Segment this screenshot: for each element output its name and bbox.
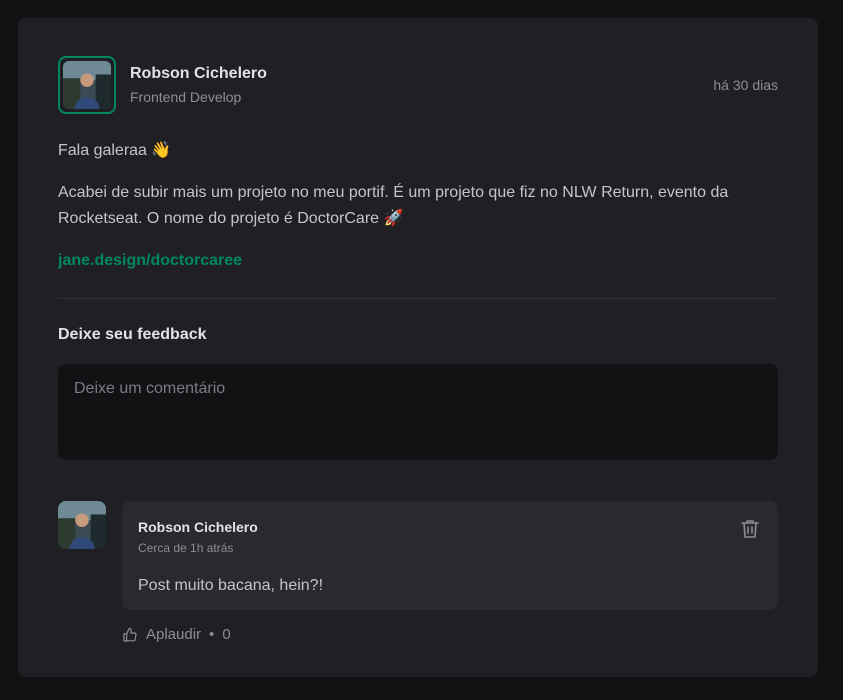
comment-author-name: Robson Cichelero xyxy=(138,519,258,535)
author-avatar[interactable] xyxy=(58,56,116,114)
thumbs-up-icon xyxy=(123,627,137,642)
comment-avatar[interactable] xyxy=(58,501,106,549)
post-time[interactable]: há 30 dias xyxy=(713,77,778,93)
post-card: Robson Cichelero Frontend Develop há 30 … xyxy=(18,18,818,677)
delete-comment-button[interactable] xyxy=(738,517,762,541)
divider xyxy=(58,298,778,299)
post-header: Robson Cichelero Frontend Develop há 30 … xyxy=(58,56,778,114)
comment: Robson Cichelero Cerca de 1h atrás Post … xyxy=(58,501,778,643)
post-author: Robson Cichelero Frontend Develop xyxy=(58,56,267,114)
author-info: Robson Cichelero Frontend Develop xyxy=(130,65,267,105)
author-name: Robson Cichelero xyxy=(130,65,267,82)
applaud-count: 0 xyxy=(222,626,231,643)
trash-icon xyxy=(741,520,759,538)
comment-time[interactable]: Cerca de 1h atrás xyxy=(138,541,762,555)
post-paragraph: Acabei de subir mais um projeto no meu p… xyxy=(58,184,729,227)
post-paragraph: Fala galeraa 👋 xyxy=(58,142,172,159)
comment-body: Robson Cichelero Cerca de 1h atrás Post … xyxy=(122,501,778,643)
applaud-button[interactable]: Aplaudir • 0 xyxy=(122,626,231,643)
author-role: Frontend Develop xyxy=(130,89,242,105)
comment-text: Post muito bacana, hein?! xyxy=(138,577,324,594)
applaud-separator: • xyxy=(209,626,215,643)
feedback-title: Deixe seu feedback xyxy=(58,326,207,343)
avatar-photo xyxy=(63,61,111,109)
applaud-label: Aplaudir xyxy=(146,626,202,643)
comment-box: Robson Cichelero Cerca de 1h atrás Post … xyxy=(122,501,778,610)
post-link[interactable]: jane.design/doctorcaree xyxy=(58,252,242,269)
post-content: Fala galeraa 👋 Acabei de subir mais um p… xyxy=(58,138,778,274)
comment-input[interactable] xyxy=(58,364,778,460)
